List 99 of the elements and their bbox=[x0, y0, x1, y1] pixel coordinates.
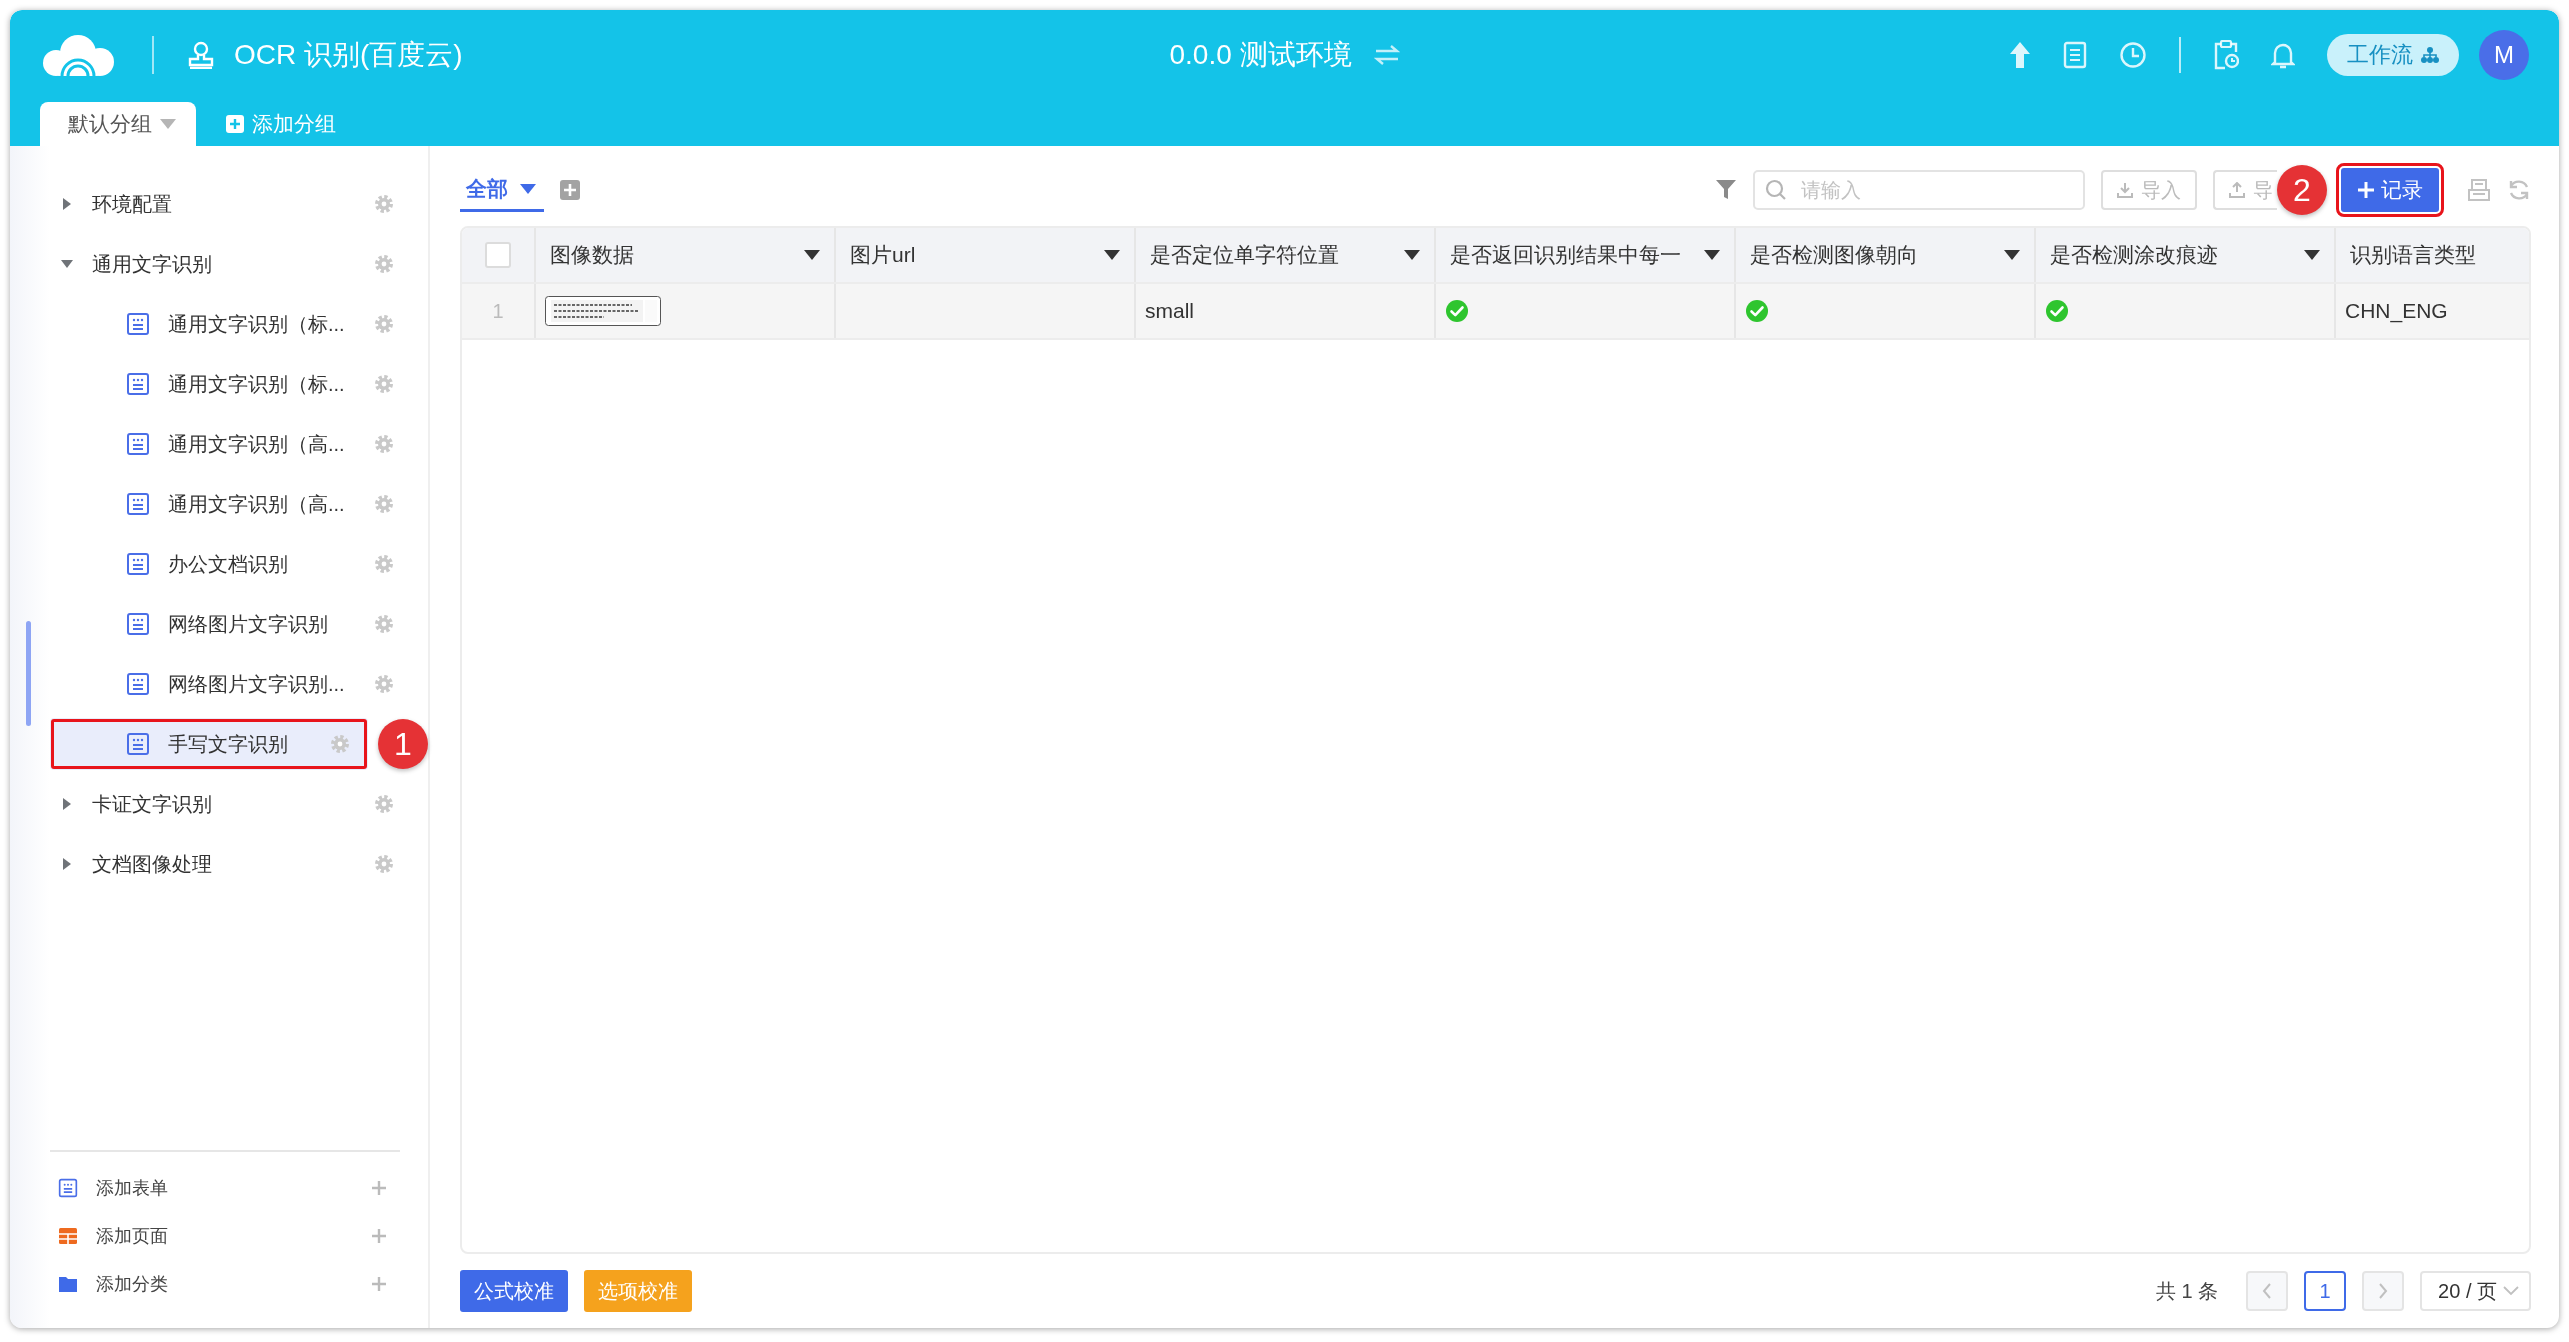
bell-icon[interactable] bbox=[2271, 41, 2295, 69]
table-icon bbox=[58, 1226, 78, 1246]
filter-icon[interactable] bbox=[1715, 179, 1737, 201]
calibrate-button[interactable]: 公式校准 bbox=[460, 1270, 568, 1312]
form-item[interactable]: 办公文档识别 bbox=[50, 534, 412, 594]
download-icon bbox=[2117, 182, 2133, 198]
add-item-label[interactable]: 添加页面 bbox=[96, 1224, 352, 1248]
settings-icon[interactable] bbox=[374, 374, 394, 394]
page-size-select[interactable]: 20 / 页 bbox=[2420, 1271, 2531, 1311]
check-circle-icon bbox=[2045, 299, 2069, 323]
dropdown-arrow-icon[interactable] bbox=[804, 249, 820, 261]
form-icon bbox=[126, 432, 150, 456]
environment-name: 0.0.0 测试环境 bbox=[1169, 38, 1352, 72]
row-number: 1 bbox=[492, 299, 504, 323]
add-item-label[interactable]: 添加表单 bbox=[96, 1176, 352, 1200]
chevron-down-icon bbox=[2503, 1286, 2519, 1296]
form-item[interactable]: 通用文字识别（高... bbox=[50, 414, 412, 474]
swap-icon[interactable] bbox=[1373, 44, 1400, 66]
settings-icon[interactable] bbox=[374, 434, 394, 454]
page-button[interactable]: 1 bbox=[2304, 1271, 2347, 1311]
upload-icon bbox=[2229, 182, 2245, 198]
folder-label[interactable]: 卡证文字识别 bbox=[92, 790, 356, 818]
caret-down-icon[interactable] bbox=[520, 182, 536, 195]
clock-icon[interactable] bbox=[2119, 41, 2147, 69]
plus-icon[interactable] bbox=[370, 1179, 388, 1197]
column-header[interactable]: 图片url bbox=[850, 241, 1096, 269]
select-all-checkbox[interactable] bbox=[485, 242, 511, 268]
previous-page-button[interactable] bbox=[2246, 1271, 2289, 1311]
form-item[interactable]: 网络图片文字识别 bbox=[50, 594, 412, 654]
upload-arrow-icon[interactable] bbox=[2009, 41, 2031, 69]
form-icon bbox=[126, 492, 150, 516]
form-icon bbox=[126, 372, 150, 396]
form-item[interactable]: 手写文字识别 bbox=[50, 718, 368, 770]
settings-icon[interactable] bbox=[374, 554, 394, 574]
folder-icon bbox=[58, 1274, 78, 1294]
dropdown-arrow-icon[interactable] bbox=[2004, 249, 2020, 261]
dropdown-arrow-icon[interactable] bbox=[2304, 249, 2320, 261]
folder-label[interactable]: 环境配置 bbox=[92, 190, 356, 218]
add-view-icon[interactable] bbox=[560, 180, 580, 200]
plus-icon bbox=[2357, 181, 2375, 199]
caret-down-icon[interactable] bbox=[160, 118, 176, 130]
column-header[interactable]: 是否返回识别结果中每一 bbox=[1450, 241, 1696, 269]
plus-icon[interactable] bbox=[370, 1227, 388, 1245]
dropdown-arrow-icon[interactable] bbox=[1404, 249, 1420, 261]
settings-icon[interactable] bbox=[374, 194, 394, 214]
column-header[interactable]: 识别语言类型 bbox=[2350, 241, 2515, 269]
search-icon bbox=[1765, 179, 1787, 201]
column-header[interactable]: 是否检测图像朝向 bbox=[1750, 241, 1996, 269]
step-badge: 1 bbox=[378, 719, 428, 769]
settings-icon[interactable] bbox=[374, 254, 394, 274]
form-item[interactable]: 通用文字识别（标... bbox=[50, 354, 412, 414]
chevron-left-icon bbox=[2261, 1282, 2274, 1300]
user-avatar[interactable]: M bbox=[2479, 30, 2529, 80]
settings-icon[interactable] bbox=[374, 674, 394, 694]
document-icon[interactable] bbox=[2063, 41, 2087, 69]
settings-icon[interactable] bbox=[374, 494, 394, 514]
table-cell: CHN_ENG bbox=[2345, 299, 2448, 323]
settings-icon[interactable] bbox=[374, 314, 394, 334]
view-tab[interactable]: 全部 bbox=[460, 168, 544, 212]
dropdown-arrow-icon[interactable] bbox=[1104, 249, 1120, 261]
form-icon bbox=[58, 1178, 78, 1198]
dropdown-arrow-icon[interactable] bbox=[1704, 249, 1720, 261]
column-header[interactable]: 图像数据 bbox=[550, 241, 796, 269]
form-item[interactable]: 通用文字识别（标... bbox=[50, 294, 412, 354]
search-field[interactable]: 请输入 bbox=[1753, 170, 2085, 210]
step-badge: 2 bbox=[2277, 165, 2327, 215]
form-item[interactable]: 网络图片文字识别... bbox=[50, 654, 412, 714]
print-icon[interactable] bbox=[2467, 178, 2491, 202]
plus-square-icon bbox=[226, 115, 244, 133]
clipboard-clock-icon[interactable] bbox=[2213, 40, 2239, 70]
folder-label[interactable]: 通用文字识别 bbox=[92, 250, 356, 278]
settings-icon[interactable] bbox=[374, 854, 394, 874]
form-icon bbox=[126, 552, 150, 576]
column-header[interactable]: 是否检测涂改痕迹 bbox=[2050, 241, 2296, 269]
settings-icon[interactable] bbox=[374, 614, 394, 634]
stamp-icon bbox=[188, 41, 214, 69]
cloud-logo[interactable] bbox=[40, 33, 116, 77]
plus-icon[interactable] bbox=[370, 1275, 388, 1293]
form-icon bbox=[126, 732, 150, 756]
app-title: OCR 识别(百度云) bbox=[234, 38, 463, 72]
group-tab[interactable]: 默认分组 bbox=[40, 102, 196, 146]
form-icon bbox=[126, 672, 150, 696]
add-item-label[interactable]: 添加分类 bbox=[96, 1272, 352, 1296]
settings-icon[interactable] bbox=[374, 794, 394, 814]
form-icon bbox=[126, 612, 150, 636]
refresh-icon[interactable] bbox=[2507, 178, 2531, 202]
chevron-right-icon bbox=[2377, 1282, 2390, 1300]
total-count: 共 1 条 bbox=[2155, 1278, 2219, 1304]
table-cell: small bbox=[1145, 299, 1194, 323]
check-circle-icon bbox=[1445, 299, 1469, 323]
hierarchy-icon bbox=[2421, 46, 2439, 64]
column-header[interactable]: 是否定位单字符位置 bbox=[1150, 241, 1396, 269]
check-circle-icon bbox=[1745, 299, 1769, 323]
folder-label[interactable]: 文档图像处理 bbox=[92, 850, 356, 878]
settings-icon[interactable] bbox=[330, 734, 350, 754]
next-page-button[interactable] bbox=[2362, 1271, 2405, 1311]
form-icon bbox=[126, 312, 150, 336]
form-item[interactable]: 通用文字识别（高... bbox=[50, 474, 412, 534]
scrollbar-thumb[interactable] bbox=[26, 621, 31, 726]
